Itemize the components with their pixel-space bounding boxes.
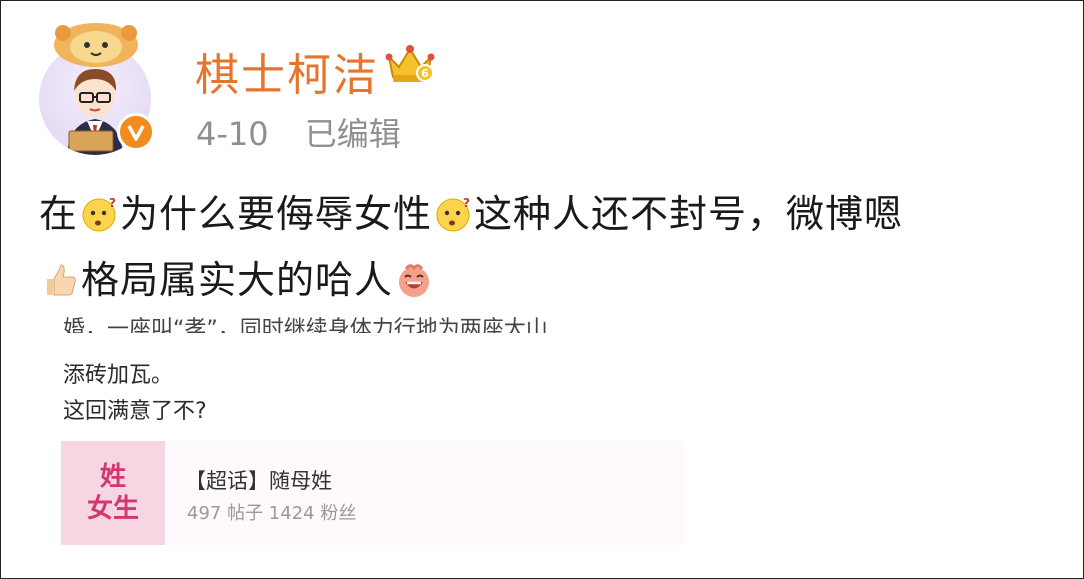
screenshot-line-2: 添砖加瓦。 <box>63 363 174 388</box>
topic-thumb-line1: 姓 <box>99 462 126 492</box>
weibo-post: 棋士柯洁 6 4-10 已编辑 在 ? 为什么要侮辱女性 ? 这种人还不封号，微… <box>0 0 1084 579</box>
topic-stats: 497 帖子 1424 粉丝 <box>187 503 357 524</box>
screenshot-cut-line: 婚，一座叫“孝”，同时继续身体力行地为两座大山 <box>63 317 548 333</box>
avatar[interactable] <box>37 19 155 155</box>
thinking-face-icon: ? <box>82 196 117 232</box>
screenshot-line-3: 这回满意了不? <box>63 399 207 424</box>
post-meta: 4-10 已编辑 <box>196 109 401 155</box>
super-topic-card[interactable]: 姓 女生 【超话】随母姓 497 帖子 1424 粉丝 <box>61 441 685 545</box>
edited-label[interactable]: 已编辑 <box>305 115 401 153</box>
post-date: 4-10 <box>196 115 269 153</box>
svg-text:6: 6 <box>421 67 429 80</box>
topic-thumbnail: 姓 女生 <box>61 441 165 545</box>
post-text-seg4: 格局属实大的哈人 <box>81 258 394 302</box>
lion-hat-icon <box>54 23 138 67</box>
post-text-seg2: 为什么要侮辱女性 <box>120 192 433 236</box>
thumbs-up-icon <box>47 264 76 296</box>
svg-text:?: ? <box>109 196 117 210</box>
vip-crown-icon[interactable]: 6 <box>385 43 435 85</box>
username[interactable]: 棋士柯洁 <box>195 39 379 103</box>
post-text-seg3: 这种人还不封号，微博嗯 <box>474 192 904 236</box>
laughing-face-icon <box>399 264 430 297</box>
post-text: 在 ? 为什么要侮辱女性 ? 这种人还不封号，微博嗯 格局属实大的哈人 <box>39 181 1049 313</box>
topic-thumb-line2: 女生 <box>86 494 139 524</box>
topic-title: 【超话】随母姓 <box>185 469 332 493</box>
svg-text:?: ? <box>463 196 471 210</box>
embedded-screenshot[interactable]: 婚，一座叫“孝”，同时继续身体力行地为两座大山 添砖加瓦。 这回满意了不? 姓 … <box>41 317 701 559</box>
thinking-face-icon: ? <box>436 196 471 232</box>
verified-badge-icon <box>117 113 155 151</box>
post-text-seg1: 在 <box>39 192 79 236</box>
